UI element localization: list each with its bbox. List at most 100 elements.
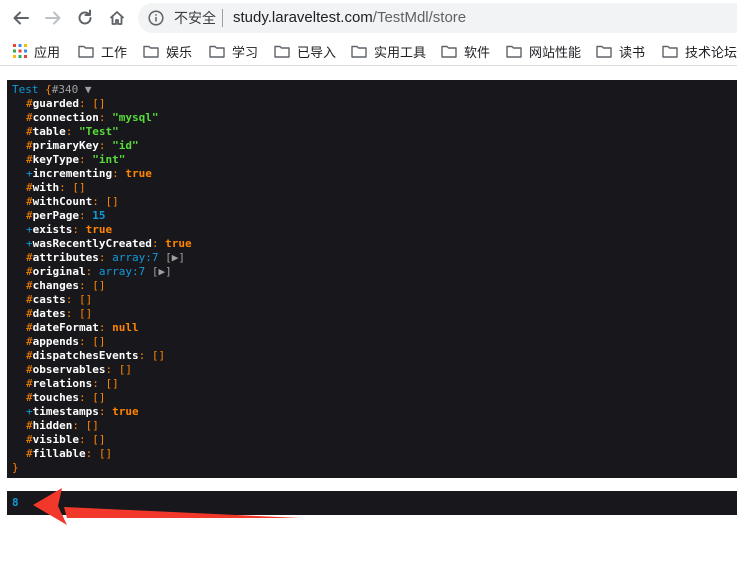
bookmark-label: 网站性能 (529, 44, 582, 60)
dump-property: #dates: [] (12, 307, 737, 321)
dump-close-brace: } (12, 461, 19, 474)
property-name: visible (32, 433, 79, 446)
back-button[interactable] (9, 6, 33, 30)
property-colon: : (78, 153, 93, 166)
property-visibility: # (26, 377, 33, 390)
dump-property: #dateFormat: null (12, 321, 737, 335)
dump-property: #visible: [] (12, 433, 737, 447)
value-dump-line: 8 (12, 496, 737, 510)
bookmark-folder[interactable]: 学习 (209, 42, 258, 60)
property-visibility: # (26, 251, 33, 264)
home-button[interactable] (105, 6, 129, 30)
property-visibility: # (26, 111, 33, 124)
property-colon: : (85, 447, 99, 460)
property-value: [] (98, 447, 113, 460)
bookmark-apps[interactable]: 应用 (13, 42, 60, 60)
property-visibility: # (26, 195, 33, 208)
bookmark-folder[interactable]: 娱乐 (143, 42, 192, 60)
property-value: [] (105, 195, 119, 208)
property-visibility: # (26, 349, 33, 362)
bookmark-folder[interactable]: 已导入 (274, 42, 336, 60)
dump-property: #fillable: [] (12, 447, 737, 461)
address-bar[interactable]: 不安全 study.laraveltest.com/TestMdl/store (138, 3, 737, 33)
dump-property: #attributes: array:7 [▶] (12, 251, 737, 265)
property-colon: : (98, 139, 113, 152)
property-visibility: + (26, 223, 33, 236)
property-name: casts (32, 293, 66, 306)
property-colon: : (65, 307, 79, 320)
bookmark-label: 技术论坛 (685, 44, 737, 60)
property-colon: : (72, 419, 86, 432)
dump-property: #keyType: "int" (12, 153, 737, 167)
property-visibility: + (26, 237, 33, 250)
property-visibility: # (26, 265, 33, 278)
property-visibility: # (26, 335, 33, 348)
property-value: [] (79, 307, 93, 320)
bookmark-label: 学习 (232, 44, 259, 60)
property-value: [] (92, 433, 106, 446)
property-colon: : (78, 335, 93, 348)
property-visibility: # (26, 139, 33, 152)
property-colon: : (92, 377, 106, 390)
property-visibility: # (26, 153, 33, 166)
insecure-label[interactable]: 不安全 (174, 10, 216, 26)
property-name: exists (32, 223, 73, 236)
property-visibility: # (26, 321, 33, 334)
url-text[interactable]: study.laraveltest.com/TestMdl/store (233, 10, 466, 26)
property-visibility: # (26, 447, 33, 460)
property-colon: : (92, 195, 106, 208)
bookmark-folder[interactable]: 技术论坛 (662, 42, 737, 60)
bookmark-folder[interactable]: 工作 (78, 42, 127, 60)
bookmark-folder[interactable]: 软件 (441, 42, 490, 60)
folder-icon (351, 45, 367, 58)
forward-arrow-icon (45, 11, 61, 25)
expand-toggle[interactable]: [▶] (165, 251, 185, 264)
dump-object-id: #340 (51, 83, 79, 96)
property-name: with (32, 181, 60, 194)
dump-open-brace: { (38, 83, 52, 96)
property-name: dispatchesEvents (32, 349, 139, 362)
property-value: [] (92, 279, 106, 292)
url-path: /TestMdl/store (372, 9, 467, 26)
property-colon: : (98, 111, 113, 124)
property-visibility: # (26, 391, 33, 404)
property-visibility: # (26, 209, 33, 222)
property-visibility: # (26, 97, 33, 110)
dump-property: +incrementing: true (12, 167, 737, 181)
reload-icon (78, 9, 92, 25)
dump-footer: } (12, 461, 737, 475)
bookmark-folder[interactable]: 实用工具 (351, 42, 426, 60)
bookmark-folder[interactable]: 网站性能 (506, 42, 581, 60)
property-colon: : (78, 279, 93, 292)
bookmark-label: 读书 (619, 44, 646, 60)
dump-integer-value: 8 (12, 496, 19, 509)
property-name: attributes (32, 251, 99, 264)
bookmark-label: 软件 (464, 44, 491, 60)
property-value: [] (92, 97, 106, 110)
property-visibility: # (26, 181, 33, 194)
property-colon: : (78, 391, 93, 404)
property-value: [] (105, 377, 119, 390)
dump-property: #guarded: [] (12, 97, 737, 111)
expand-toggle[interactable]: [▶] (152, 265, 172, 278)
property-value: true (165, 237, 192, 250)
address-separator (222, 9, 223, 27)
property-value: true (125, 167, 152, 180)
object-dump: Test {#340 ▼ #guarded: [] #connection: "m… (7, 80, 737, 478)
property-name: touches (32, 391, 79, 404)
back-arrow-icon (13, 11, 29, 25)
forward-button[interactable] (41, 6, 65, 30)
property-value: array:7 (112, 251, 159, 264)
dump-property: #casts: [] (12, 293, 737, 307)
property-name: fillable (32, 447, 86, 460)
property-colon: : (98, 251, 113, 264)
url-host: study.laraveltest.com (233, 9, 373, 26)
bookmark-folder[interactable]: 读书 (596, 42, 645, 60)
reload-button[interactable] (73, 6, 97, 30)
property-colon: : (78, 209, 93, 222)
dump-collapse-toggle[interactable]: ▼ (78, 83, 92, 96)
dump-property: #changes: [] (12, 279, 737, 293)
property-value: [] (85, 419, 99, 432)
property-colon: : (98, 405, 113, 418)
dump-property: #perPage: 15 (12, 209, 737, 223)
